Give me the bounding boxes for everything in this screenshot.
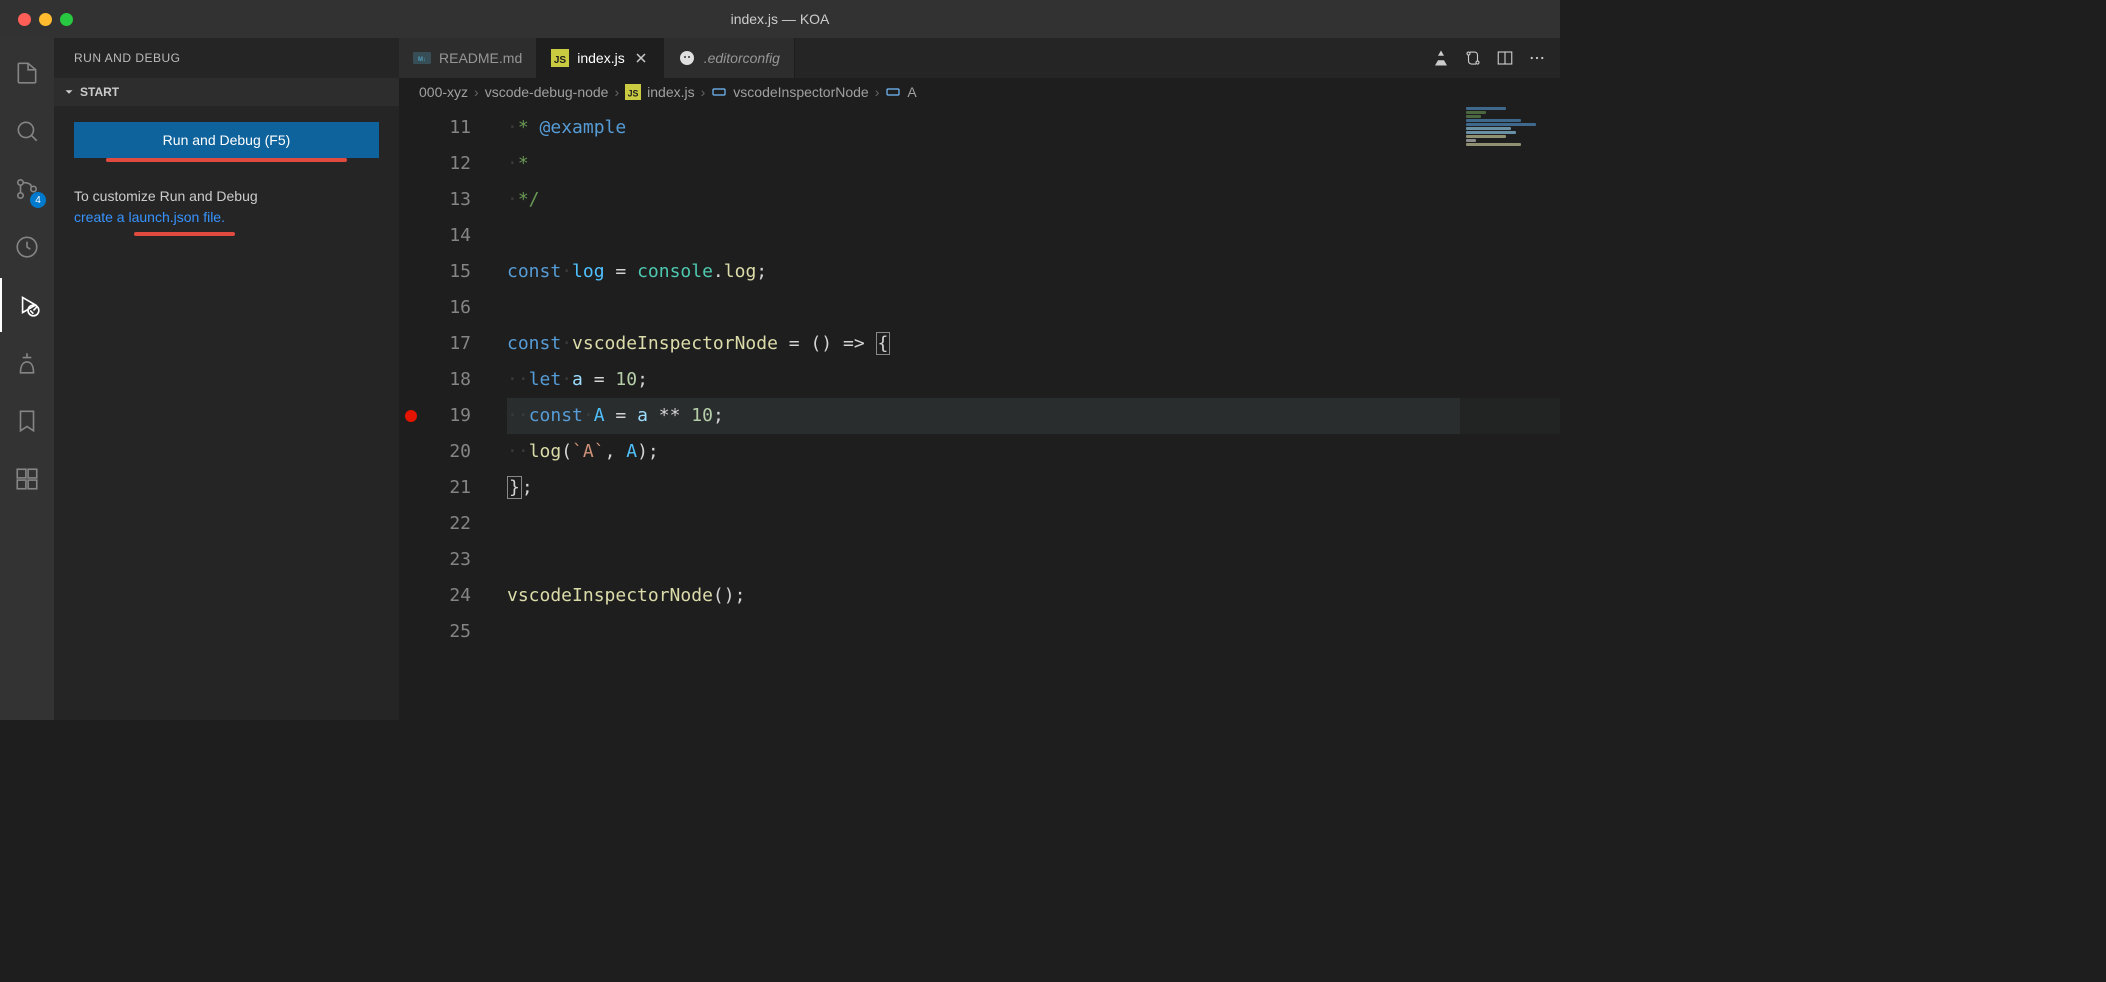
markdown-icon: M↓ [413, 49, 431, 67]
tab-editorconfig[interactable]: .editorconfig [664, 38, 795, 78]
line-gutter[interactable]: 111213141516171819202122232425 [399, 106, 499, 720]
code-line[interactable]: }; [507, 470, 1560, 506]
code-line[interactable]: vscodeInspectorNode(); [507, 578, 1560, 614]
line-number[interactable]: 11 [399, 110, 499, 146]
maximize-window-button[interactable] [60, 13, 73, 26]
code-line[interactable] [507, 290, 1560, 326]
extensions-icon[interactable] [0, 452, 54, 506]
code-line[interactable] [507, 614, 1560, 650]
code-line[interactable] [507, 506, 1560, 542]
line-number[interactable]: 23 [399, 542, 499, 578]
git-branch-icon[interactable] [0, 220, 54, 274]
code-line[interactable]: ·*/ [507, 182, 1560, 218]
line-number[interactable]: 16 [399, 290, 499, 326]
js-icon: JS [551, 49, 569, 67]
line-number[interactable]: 20 [399, 434, 499, 470]
js-icon: JS [625, 84, 641, 100]
line-number[interactable]: 21 [399, 470, 499, 506]
tab-readme[interactable]: M↓ README.md [399, 38, 537, 78]
minimap[interactable] [1460, 106, 1560, 720]
line-number[interactable]: 17 [399, 326, 499, 362]
create-launch-json-link[interactable]: create a launch.json file. [74, 207, 225, 228]
sidebar-run-debug: RUN AND DEBUG START Run and Debug (F5) T… [54, 38, 399, 720]
breakpoint-icon[interactable] [405, 410, 417, 422]
testing-icon[interactable] [0, 336, 54, 390]
code-line[interactable]: ·* [507, 146, 1560, 182]
code-line[interactable]: ··const·A = a ** 10; [507, 398, 1560, 434]
code-line[interactable] [507, 218, 1560, 254]
line-number[interactable]: 25 [399, 614, 499, 650]
svg-text:JS: JS [628, 88, 639, 98]
titlebar: index.js — KOA [0, 0, 1560, 38]
split-editor-icon[interactable] [1496, 49, 1514, 67]
svg-text:JS: JS [554, 55, 567, 66]
line-number[interactable]: 12 [399, 146, 499, 182]
scm-badge: 4 [30, 192, 46, 208]
customize-text: To customize Run and Debug create a laun… [74, 186, 379, 228]
run-and-debug-button[interactable]: Run and Debug (F5) [74, 122, 379, 158]
sidebar-title: RUN AND DEBUG [54, 38, 399, 78]
explorer-icon[interactable] [0, 46, 54, 100]
minimize-window-button[interactable] [39, 13, 52, 26]
sidebar-section-start[interactable]: START [54, 78, 399, 106]
run-debug-icon[interactable] [0, 278, 54, 332]
code-line[interactable]: ··let·a = 10; [507, 362, 1560, 398]
tab-index-js[interactable]: JS index.js [537, 38, 663, 78]
code-line[interactable]: ·* @example [507, 110, 1560, 146]
close-icon[interactable] [633, 50, 649, 66]
symbol-variable-icon [711, 84, 727, 100]
editor-body[interactable]: 111213141516171819202122232425 ·* @examp… [399, 106, 1560, 720]
code-line[interactable]: const·log = console.log; [507, 254, 1560, 290]
line-number[interactable]: 22 [399, 506, 499, 542]
chevron-down-icon [62, 85, 76, 99]
line-number[interactable]: 15 [399, 254, 499, 290]
annotation-underline [106, 158, 347, 162]
code-line[interactable] [507, 542, 1560, 578]
code-line[interactable]: ··log(`A`, A); [507, 434, 1560, 470]
line-number[interactable]: 24 [399, 578, 499, 614]
line-number[interactable]: 13 [399, 182, 499, 218]
editor-tabs: M↓ README.md JS index.js .editorconfig [399, 38, 1560, 78]
compare-changes-icon[interactable] [1464, 49, 1482, 67]
code-content[interactable]: ·* @example·*·*/ const·log = console.log;… [499, 106, 1560, 720]
svg-text:M↓: M↓ [418, 57, 426, 63]
search-icon[interactable] [0, 104, 54, 158]
more-actions-icon[interactable] [1528, 49, 1546, 67]
annotation-underline [134, 232, 235, 236]
breadcrumbs[interactable]: 000-xyz › vscode-debug-node › JS index.j… [399, 78, 1560, 106]
symbol-variable-icon [885, 84, 901, 100]
editor-area: M↓ README.md JS index.js .editorconfig [399, 38, 1560, 720]
window-title: index.js — KOA [0, 11, 1560, 27]
diff-icon[interactable] [1432, 49, 1450, 67]
bookmark-icon[interactable] [0, 394, 54, 448]
line-number[interactable]: 14 [399, 218, 499, 254]
activity-bar: 4 [0, 38, 54, 720]
editorconfig-icon [678, 49, 696, 67]
line-number[interactable]: 18 [399, 362, 499, 398]
close-window-button[interactable] [18, 13, 31, 26]
line-number[interactable]: 19 [399, 398, 499, 434]
code-line[interactable]: const·vscodeInspectorNode = () => { [507, 326, 1560, 362]
source-control-icon[interactable]: 4 [0, 162, 54, 216]
